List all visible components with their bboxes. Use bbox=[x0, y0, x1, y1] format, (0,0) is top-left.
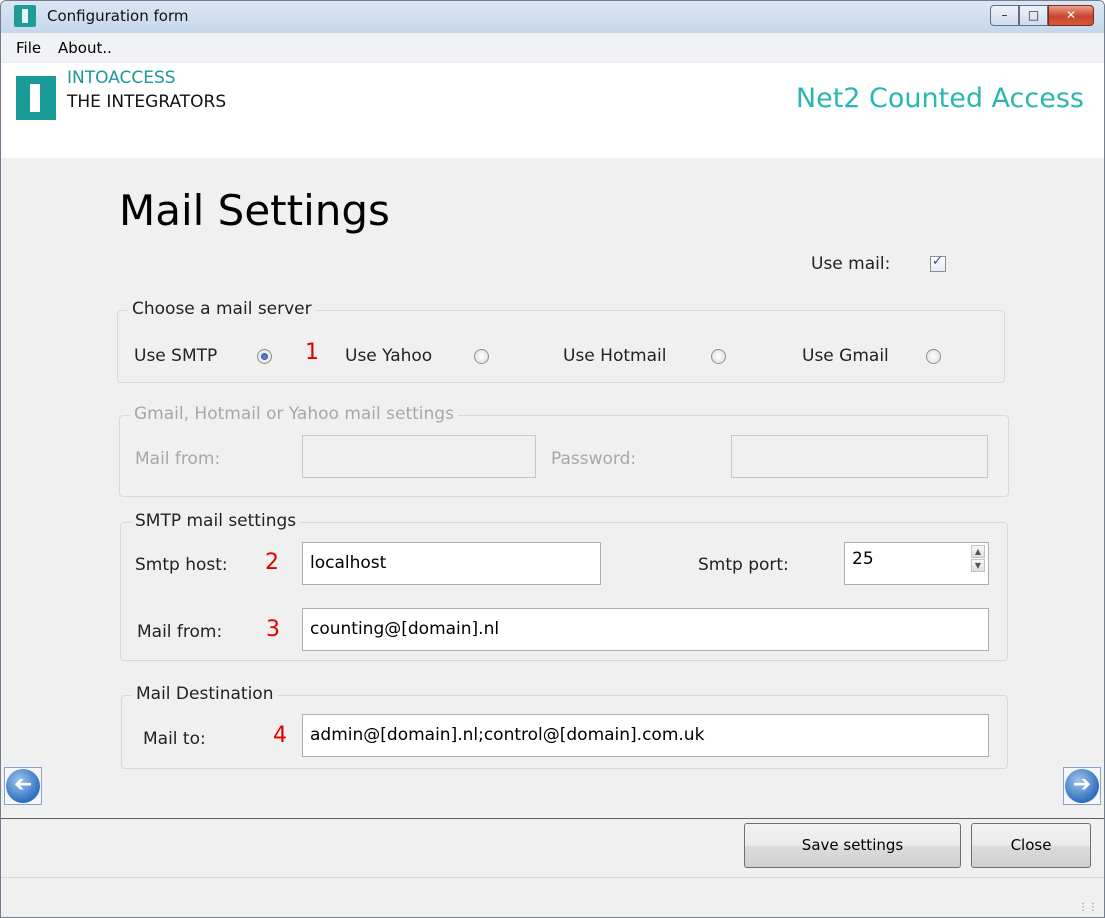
intoaccess-logo bbox=[16, 76, 56, 120]
radio-gmail[interactable] bbox=[926, 349, 941, 364]
destination-group-title: Mail Destination bbox=[132, 684, 278, 704]
radio-smtp[interactable] bbox=[257, 349, 272, 364]
option-yahoo-label: Use Yahoo bbox=[345, 346, 433, 366]
smtp-mail-from-label: Mail from: bbox=[137, 622, 223, 642]
smtp-host-label: Smtp host: bbox=[135, 555, 228, 575]
provider-mail-from-label: Mail from: bbox=[135, 449, 221, 469]
radio-yahoo[interactable] bbox=[474, 349, 489, 364]
marker-2: 2 bbox=[265, 550, 279, 575]
save-settings-button[interactable]: Save settings bbox=[744, 823, 961, 868]
smtp-port-value: 25 bbox=[852, 549, 874, 569]
caption-buttons: – □ ✕ bbox=[990, 5, 1094, 26]
menu-file[interactable]: File bbox=[16, 39, 41, 57]
smtp-port-stepper[interactable]: 25 ▲ ▼ bbox=[844, 542, 989, 585]
resize-grip-icon[interactable]: ⋮⋮ bbox=[1078, 903, 1098, 913]
smtp-mail-from-input[interactable]: counting@[domain].nl bbox=[302, 608, 989, 651]
mail-to-label: Mail to: bbox=[143, 729, 206, 749]
marker-4: 4 bbox=[273, 723, 287, 748]
smtp-host-input[interactable]: localhost bbox=[302, 542, 601, 585]
checkmark-icon: ✓ bbox=[932, 254, 943, 269]
button-bar: Save settings Close bbox=[1, 819, 1104, 874]
marker-3: 3 bbox=[266, 617, 280, 642]
spin-up-icon[interactable]: ▲ bbox=[971, 545, 985, 558]
mail-server-group-title: Choose a mail server bbox=[128, 299, 316, 319]
arrow-right-icon: ➔ bbox=[1072, 772, 1092, 797]
option-gmail-label: Use Gmail bbox=[802, 346, 889, 366]
product-name: Net2 Counted Access bbox=[795, 83, 1084, 114]
next-button[interactable]: ➔ bbox=[1063, 767, 1101, 805]
logo-text-top: INTOACCESS bbox=[67, 68, 176, 88]
smtp-settings-group-title: SMTP mail settings bbox=[131, 511, 301, 531]
smtp-port-label: Smtp port: bbox=[698, 555, 789, 575]
radio-hotmail[interactable] bbox=[711, 349, 726, 364]
header-banner: INTOACCESS THE INTEGRATORS Net2 Counted … bbox=[1, 63, 1104, 158]
option-smtp-label: Use SMTP bbox=[134, 346, 218, 366]
configuration-window: Configuration form – □ ✕ File About.. IN… bbox=[0, 0, 1105, 918]
menu-about[interactable]: About.. bbox=[58, 39, 112, 57]
page-title: Mail Settings bbox=[119, 186, 390, 235]
back-button[interactable]: ➔ bbox=[4, 767, 42, 805]
provider-mail-from-input[interactable] bbox=[302, 435, 536, 478]
use-mail-label: Use mail: bbox=[811, 254, 891, 274]
minimize-button[interactable]: – bbox=[990, 5, 1019, 26]
use-mail-checkbox[interactable]: ✓ bbox=[930, 254, 946, 272]
spin-down-icon[interactable]: ▼ bbox=[971, 559, 985, 572]
option-hotmail-label: Use Hotmail bbox=[563, 346, 667, 366]
close-window-button[interactable]: ✕ bbox=[1048, 5, 1094, 26]
port-spinner: ▲ ▼ bbox=[971, 545, 985, 574]
maximize-button[interactable]: □ bbox=[1019, 5, 1048, 26]
menu-bar: File About.. bbox=[1, 33, 1104, 61]
status-bar: ⋮⋮ bbox=[1, 877, 1104, 917]
provider-password-input[interactable] bbox=[731, 435, 988, 478]
provider-password-label: Password: bbox=[551, 449, 637, 469]
arrow-left-icon: ➔ bbox=[13, 772, 33, 797]
app-icon bbox=[14, 5, 36, 27]
provider-settings-group-title: Gmail, Hotmail or Yahoo mail settings bbox=[130, 404, 458, 424]
marker-1: 1 bbox=[305, 340, 319, 365]
window-title: Configuration form bbox=[47, 7, 189, 25]
logo-text-bottom: THE INTEGRATORS bbox=[67, 92, 227, 112]
mail-to-input[interactable]: admin@[domain].nl;control@[domain].com.u… bbox=[302, 714, 989, 757]
close-button[interactable]: Close bbox=[971, 823, 1091, 868]
